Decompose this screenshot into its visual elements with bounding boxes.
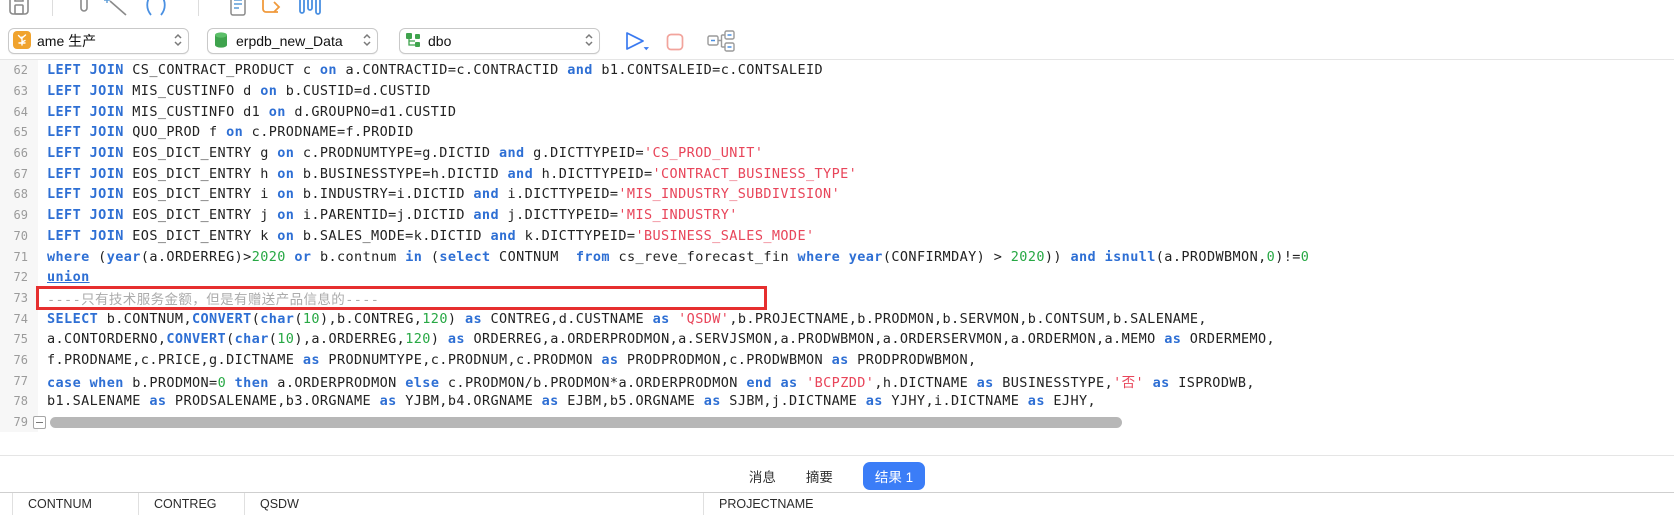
horizontal-scrollbar-thumb[interactable] — [50, 416, 1122, 428]
code-line-70[interactable]: 70 LEFT JOIN EOS_DICT_ENTRY k on b.SALES_… — [0, 225, 1674, 247]
redo-arrow-icon[interactable] — [258, 0, 282, 17]
results-tab-1[interactable]: 消息 — [749, 466, 776, 486]
code-text: union — [47, 269, 90, 286]
line-number: 73 — [0, 287, 38, 309]
row-number-gutter — [0, 493, 13, 515]
code-line-67[interactable]: 67 LEFT JOIN EOS_DICT_ENTRY h on b.BUSINE… — [0, 163, 1674, 185]
line-number: 69 — [0, 204, 38, 226]
code-fold-toggle[interactable] — [33, 415, 46, 429]
column-header-contnum[interactable]: CONTNUM — [13, 493, 139, 515]
line-number: 62 — [0, 60, 38, 81]
code-line-68[interactable]: 68 LEFT JOIN EOS_DICT_ENTRY i on b.INDUST… — [0, 184, 1674, 205]
line-number: 65 — [0, 122, 38, 143]
code-text: SELECT b.CONTNUM,CONVERT(char(10),b.CONT… — [47, 310, 1207, 327]
stepper-icon — [584, 32, 594, 51]
line-number: 63 — [0, 80, 38, 102]
code-text: LEFT JOIN CS_CONTRACT_PRODUCT c on a.CON… — [47, 62, 824, 79]
schema-icon — [404, 31, 422, 52]
sql-editor-window: ame 生产 erpdb_new_Data dbo 62 LEFT JOIN C… — [0, 0, 1674, 515]
results-tab-bar: 消息 摘要 结果 1 — [0, 461, 1674, 491]
column-header-contreg[interactable]: CONTREG — [139, 493, 245, 515]
editor-bottom-divider — [0, 455, 1674, 456]
run-button[interactable] — [622, 30, 652, 59]
connection-select[interactable]: ame 生产 — [8, 28, 189, 54]
column-header-qsdw[interactable]: QSDW — [245, 493, 704, 515]
code-text: LEFT JOIN EOS_DICT_ENTRY h on b.BUSINESS… — [47, 165, 858, 182]
code-text: LEFT JOIN EOS_DICT_ENTRY i on b.INDUSTRY… — [47, 186, 841, 203]
code-line-64[interactable]: 64 LEFT JOIN MIS_CUSTINFO d1 on d.GROUPNO… — [0, 101, 1674, 123]
code-line-75[interactable]: 75 a.CONTORDERNO,CONVERT(char(10),a.ORDER… — [0, 328, 1674, 350]
format-parentheses-icon[interactable] — [142, 0, 166, 17]
code-text: a.CONTORDERNO,CONVERT(char(10),a.ORDERRE… — [47, 331, 1276, 348]
line-number: 76 — [0, 349, 38, 371]
code-line-76[interactable]: 76 f.PRODNAME,c.PRICE,g.DICTNAME as PRODN… — [0, 349, 1674, 371]
save-icon[interactable] — [7, 0, 31, 17]
database-icon — [212, 31, 230, 52]
magic-wand-icon[interactable] — [102, 0, 127, 17]
code-line-66[interactable]: 66 LEFT JOIN EOS_DICT_ENTRY g on c.PRODNU… — [0, 142, 1674, 164]
results-tab-2[interactable]: 摘要 — [806, 466, 833, 486]
line-number: 77 — [0, 370, 38, 391]
connection-icon — [13, 30, 31, 52]
code-line-73[interactable]: 73 ----只有技术服务金额，但是有赠送产品信息的---- — [0, 287, 1674, 309]
code-text: case when b.PRODMON=0 then a.ORDERPRODMO… — [47, 374, 1255, 391]
code-text: LEFT JOIN EOS_DICT_ENTRY j on i.PARENTID… — [47, 207, 738, 224]
line-number: 78 — [0, 391, 38, 412]
line-number: 66 — [0, 142, 38, 164]
connection-value: ame 生产 — [37, 33, 97, 49]
editor-lines: 62 LEFT JOIN CS_CONTRACT_PRODUCT c on a.C… — [0, 60, 1674, 433]
toolbar-icon-strip — [0, 0, 1674, 20]
code-line-65[interactable]: 65 LEFT JOIN QUO_PROD f on c.PRODNAME=f.P… — [0, 122, 1674, 143]
line-number: 75 — [0, 328, 38, 350]
code-text: b1.SALENAME as PRODSALENAME,b3.ORGNAME a… — [47, 393, 1097, 410]
line-number: 72 — [0, 266, 38, 288]
toolbar-separator — [198, 0, 199, 16]
histogram-icon[interactable] — [296, 0, 321, 17]
code-text: LEFT JOIN EOS_DICT_ENTRY k on b.SALES_MO… — [47, 227, 815, 244]
line-number: 74 — [0, 308, 38, 329]
schema-value: dbo — [428, 33, 452, 49]
code-text: LEFT JOIN EOS_DICT_ENTRY g on c.PRODNUMT… — [47, 145, 764, 162]
code-line-69[interactable]: 69 LEFT JOIN EOS_DICT_ENTRY j on i.PARENT… — [0, 204, 1674, 226]
line-number: 71 — [0, 246, 38, 267]
stepper-icon — [362, 32, 372, 51]
database-select[interactable]: erpdb_new_Data — [207, 28, 378, 54]
code-text: LEFT JOIN QUO_PROD f on c.PRODNAME=f.PRO… — [47, 124, 414, 141]
line-number: 68 — [0, 184, 38, 205]
code-line-78[interactable]: 78 b1.SALENAME as PRODSALENAME,b3.ORGNAME… — [0, 391, 1674, 412]
code-line-63[interactable]: 63 LEFT JOIN MIS_CUSTINFO d on b.CUSTID=d… — [0, 80, 1674, 102]
code-text: ----只有技术服务金额，但是有赠送产品信息的---- — [47, 291, 380, 308]
database-value: erpdb_new_Data — [236, 33, 343, 49]
line-number: 70 — [0, 225, 38, 247]
stop-button[interactable] — [666, 33, 684, 56]
code-editor[interactable]: 62 LEFT JOIN CS_CONTRACT_PRODUCT c on a.C… — [0, 59, 1674, 433]
code-line-79[interactable]: 79 — [0, 411, 1674, 433]
schema-select[interactable]: dbo — [399, 28, 600, 54]
code-line-72[interactable]: 72 union — [0, 266, 1674, 288]
code-line-71[interactable]: 71 where (year(a.ORDERREG)>2020 or b.cont… — [0, 246, 1674, 267]
pin-icon[interactable] — [72, 0, 96, 17]
toolbar-separator — [52, 0, 53, 16]
code-text: LEFT JOIN MIS_CUSTINFO d on b.CUSTID=d.C… — [47, 83, 431, 100]
code-text: LEFT JOIN MIS_CUSTINFO d1 on d.GROUPNO=d… — [47, 103, 457, 120]
explain-plan-button[interactable] — [706, 30, 736, 59]
code-text: where (year(a.ORDERREG)>2020 or b.contnu… — [47, 248, 1310, 265]
document-icon[interactable] — [226, 0, 250, 17]
line-number: 64 — [0, 101, 38, 123]
code-line-62[interactable]: 62 LEFT JOIN CS_CONTRACT_PRODUCT c on a.C… — [0, 60, 1674, 81]
column-header-projectname[interactable]: PROJECTNAME — [704, 493, 1674, 515]
line-number: 67 — [0, 163, 38, 185]
stepper-icon — [173, 32, 183, 51]
results-table-header: CONTNUM CONTREG QSDW PROJECTNAME — [0, 492, 1674, 515]
code-line-77[interactable]: 77 case when b.PRODMON=0 then a.ORDERPROD… — [0, 370, 1674, 391]
code-text: f.PRODNAME,c.PRICE,g.DICTNAME as PRODNUM… — [47, 351, 977, 368]
code-line-74[interactable]: 74 SELECT b.CONTNUM,CONVERT(char(10),b.CO… — [0, 308, 1674, 329]
results-tab-3[interactable]: 结果 1 — [862, 462, 926, 490]
